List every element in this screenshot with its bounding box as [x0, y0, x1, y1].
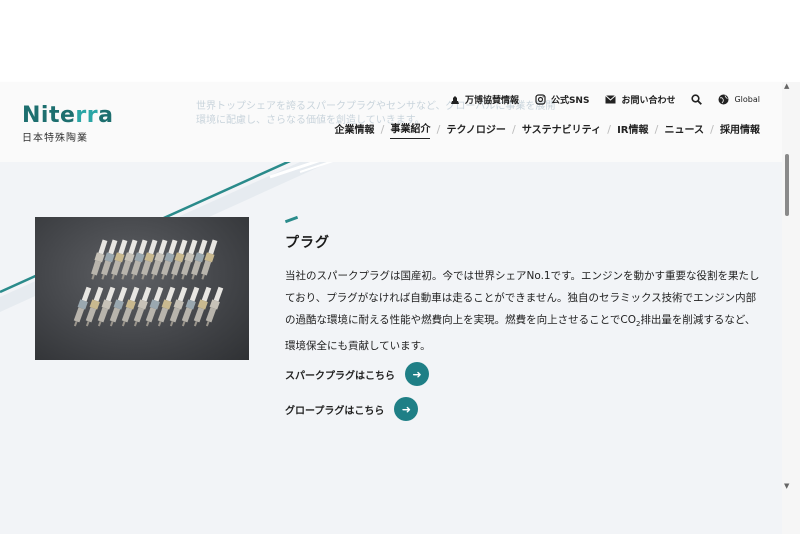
niterra-logo[interactable]: Niterra 日本特殊陶業: [22, 103, 114, 145]
utility-nav: 万博協賛情報 公式SNS お問い合わせ Global: [450, 93, 760, 106]
nav-item-sustainability[interactable]: サステナビリティ: [522, 121, 601, 139]
arrow-right-icon: ➜: [394, 397, 419, 421]
nav-separator: /: [380, 123, 385, 136]
logo-japanese-name: 日本特殊陶業: [22, 133, 88, 144]
logo-wordmark: Niterra: [22, 103, 114, 128]
arrow-right-icon: ➜: [405, 362, 429, 386]
nav-item-recruit[interactable]: 採用情報: [720, 121, 760, 139]
section-title: プラグ: [285, 235, 330, 251]
util-sns-link[interactable]: 公式SNS: [535, 93, 589, 106]
nav-item-news[interactable]: ニュース: [665, 121, 705, 139]
spark-plug-link[interactable]: スパークプラグはこちら ➜: [285, 362, 429, 386]
nav-item-technology[interactable]: テクノロジー: [446, 121, 505, 139]
nav-item-corporate[interactable]: 企業情報: [334, 121, 374, 139]
site-header: 世界トップシェアを誇るスパークプラグやセンサなど、グローバルに事業を展開 環境に…: [0, 82, 782, 162]
nav-separator: /: [512, 123, 516, 136]
spark-plug-photo: [35, 217, 249, 360]
search-icon: [691, 94, 703, 105]
util-contact-link[interactable]: お問い合わせ: [605, 93, 675, 106]
util-expo-link[interactable]: 万博協賛情報: [450, 93, 519, 106]
section-description: 当社のスパークプラグは国産初。今では世界シェアNo.1です。エンジンを動かす重要…: [285, 270, 760, 353]
nav-separator: /: [654, 123, 659, 136]
spark-plugs-image: [73, 239, 224, 327]
nav-separator: /: [710, 123, 714, 136]
nav-separator: /: [436, 123, 441, 136]
top-blank-area: [0, 0, 800, 82]
nav-item-ir[interactable]: IR情報: [617, 121, 648, 139]
expo-icon: [450, 95, 459, 104]
globe-icon: [718, 94, 729, 105]
scroll-up-icon[interactable]: ▲: [784, 82, 789, 90]
nav-item-business[interactable]: 事業紹介: [390, 120, 431, 139]
global-link[interactable]: Global: [718, 94, 760, 105]
search-button[interactable]: [691, 94, 703, 105]
instagram-icon: [535, 94, 546, 105]
scrollbar-thumb[interactable]: [785, 154, 789, 216]
scroll-down-icon[interactable]: ▼: [784, 482, 789, 490]
plug-section: プラグ 当社のスパークプラグは国産初。今では世界シェアNo.1です。エンジンを動…: [0, 162, 782, 534]
nav-separator: /: [607, 123, 611, 136]
main-nav: 企業情報 / 事業紹介 / テクノロジー / サステナビリティ / IR情報 /…: [334, 120, 760, 139]
page-scrollbar[interactable]: ▲ ▼: [782, 82, 800, 534]
glow-plug-link[interactable]: グロープラグはこちら ➜: [285, 397, 419, 421]
mail-icon: [605, 95, 617, 104]
